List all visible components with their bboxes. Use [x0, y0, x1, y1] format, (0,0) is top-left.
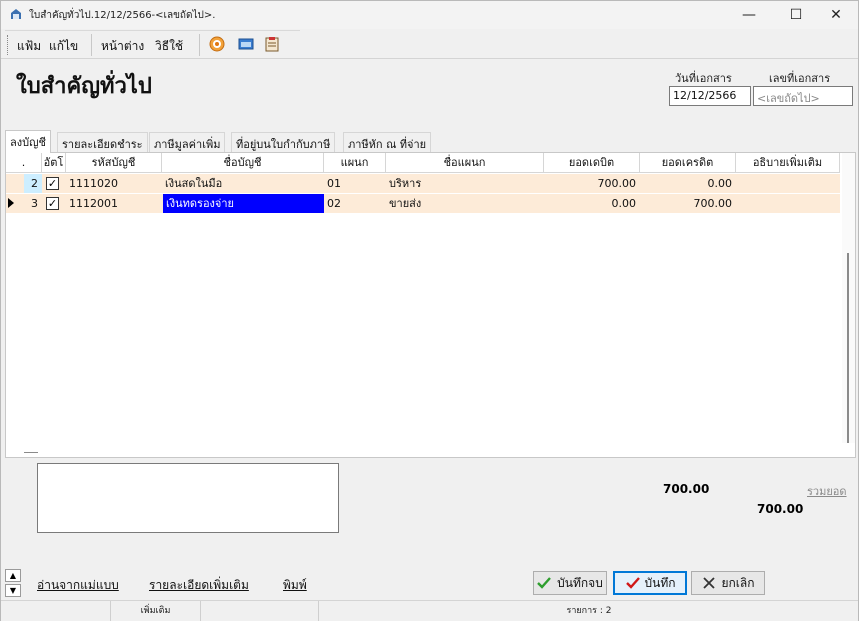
horizontal-scrollbar[interactable] [24, 452, 38, 453]
scrollbar-thumb[interactable] [847, 253, 849, 443]
note-cell[interactable] [736, 194, 840, 213]
title-bar: ใบสำคัญทั่วไป.12/12/2566-<เลขถัดไป>. — ☐… [1, 1, 858, 29]
journal-grid[interactable]: . อัตโ รหัสบัญชี ชื่อบัญชี แผนก ชื่อแผนก… [5, 152, 856, 458]
clipboard-icon[interactable] [263, 35, 281, 53]
total-debit: 700.00 [663, 482, 710, 496]
total-credit: 700.00 [757, 502, 804, 516]
department-cell[interactable]: 02 [324, 194, 386, 213]
tab-vat[interactable]: ภาษีมูลค่าเพิ่ม [149, 132, 226, 152]
toolbar-grip [7, 35, 10, 55]
target-icon[interactable] [208, 35, 226, 53]
menu-window[interactable]: หน้าต่าง [101, 37, 144, 56]
department-name-cell[interactable]: ขายส่ง [386, 194, 544, 213]
grid-header: . อัตโ รหัสบัญชี ชื่อบัญชี แผนก ชื่อแผนก… [6, 153, 840, 173]
auto-checkbox[interactable]: ✓ [46, 197, 59, 210]
debit-cell[interactable]: 0.00 [544, 194, 640, 213]
column-header-department-name[interactable]: ชื่อแผนก [386, 153, 544, 173]
toolbar-separator [199, 34, 200, 56]
close-button[interactable]: ✕ [813, 1, 859, 29]
tab-posting[interactable]: ลงบัญชี [5, 130, 51, 153]
column-header-department[interactable]: แผนก [324, 153, 386, 173]
vertical-scrollbar[interactable] [842, 153, 855, 443]
save-button[interactable]: บันทึก [613, 571, 687, 595]
row-number: 3 [31, 197, 38, 210]
document-number-label: เลขที่เอกสาร [769, 72, 831, 85]
status-item-count: รายการ : 2 [566, 606, 612, 616]
table-row[interactable]: 3 ✓ 1112001 เงินทดรองจ่าย 02 ขายส่ง 0.00… [6, 194, 840, 213]
menu-file[interactable]: แฟ้ม [17, 37, 41, 56]
close-x-icon [703, 577, 716, 589]
menu-toolbar: แฟ้ม แก้ไข หน้าต่าง วิธีใช้ [5, 30, 300, 57]
status-mode: เพิ่มเติม [111, 601, 201, 621]
save-and-close-button[interactable]: บันทึกจบ [533, 571, 607, 595]
row-number: 2 [24, 174, 42, 193]
credit-cell[interactable]: 0.00 [640, 174, 736, 193]
note-cell[interactable] [736, 174, 840, 193]
account-code-cell[interactable]: 1112001 [66, 194, 162, 213]
department-cell[interactable]: 01 [324, 174, 386, 193]
more-details-link[interactable]: รายละเอียดเพิ่มเติม [149, 576, 249, 595]
save-label: บันทึก [644, 575, 676, 590]
account-name-cell[interactable]: เงินทดรองจ่าย [163, 194, 324, 213]
cancel-button[interactable]: ยกเลิก [691, 571, 765, 595]
account-name-cell[interactable]: เงินสดในมือ [162, 174, 324, 193]
column-header-credit[interactable]: ยอดเครดิต [640, 153, 736, 173]
auto-checkbox[interactable]: ✓ [46, 177, 59, 190]
print-link[interactable]: พิมพ์ [283, 576, 307, 595]
column-header-debit[interactable]: ยอดเดบิต [544, 153, 640, 173]
menu-edit[interactable]: แก้ไข [49, 37, 78, 56]
column-header-note[interactable]: อธิบายเพิ่มเติม [736, 153, 840, 173]
double-check-icon [537, 577, 552, 589]
document-date-label: วันที่เอกสาร [675, 72, 732, 85]
move-down-button[interactable]: ▼ [5, 584, 21, 597]
current-row-indicator-icon [8, 198, 14, 208]
column-header-row-number[interactable]: . [6, 153, 42, 173]
memo-field[interactable] [37, 463, 339, 533]
department-name-cell[interactable]: บริหาร [386, 174, 544, 193]
read-from-template-link[interactable]: อ่านจากแม่แบบ [37, 576, 119, 595]
tab-tax-invoice-address[interactable]: ที่อยู่บนใบกำกับภาษี [231, 132, 336, 152]
document-date-field[interactable]: 12/12/2566 [669, 86, 751, 106]
document-number-field[interactable]: <เลขถัดไป> [753, 86, 853, 106]
status-cell-empty [1, 601, 111, 621]
debit-cell[interactable]: 700.00 [544, 174, 640, 193]
tab-withholding-tax[interactable]: ภาษีหัก ณ ที่จ่าย [343, 132, 432, 152]
menu-help[interactable]: วิธีใช้ [155, 37, 183, 56]
check-icon [625, 577, 640, 589]
column-header-auto[interactable]: อัตโ [42, 153, 66, 173]
total-link[interactable]: รวมยอด [807, 482, 847, 500]
status-bar: เพิ่มเติม รายการ : 2 [1, 600, 858, 621]
tab-payment-details[interactable]: รายละเอียดชำระ [57, 132, 148, 152]
column-header-account-code[interactable]: รหัสบัญชี [66, 153, 162, 173]
minimize-button[interactable]: — [726, 1, 772, 29]
column-header-account-name[interactable]: ชื่อบัญชี [162, 153, 324, 173]
save-and-close-label: บันทึกจบ [557, 575, 603, 590]
toolbar-divider [1, 58, 858, 59]
toolbar-separator [91, 34, 92, 56]
account-code-cell[interactable]: 1111020 [66, 174, 162, 193]
window-title: ใบสำคัญทั่วไป.12/12/2566-<เลขถัดไป>. [29, 10, 216, 21]
status-cell-empty [201, 601, 319, 621]
app-window: ใบสำคัญทั่วไป.12/12/2566-<เลขถัดไป>. — ☐… [0, 0, 859, 621]
app-icon [11, 9, 21, 19]
credit-cell[interactable]: 700.00 [640, 194, 736, 213]
page-title: ใบสำคัญทั่วไป [16, 74, 152, 99]
cancel-label: ยกเลิก [721, 575, 755, 590]
table-row[interactable]: 2 ✓ 1111020 เงินสดในมือ 01 บริหาร 700.00… [6, 174, 840, 193]
window-icon[interactable] [237, 35, 255, 53]
move-up-button[interactable]: ▲ [5, 569, 21, 582]
